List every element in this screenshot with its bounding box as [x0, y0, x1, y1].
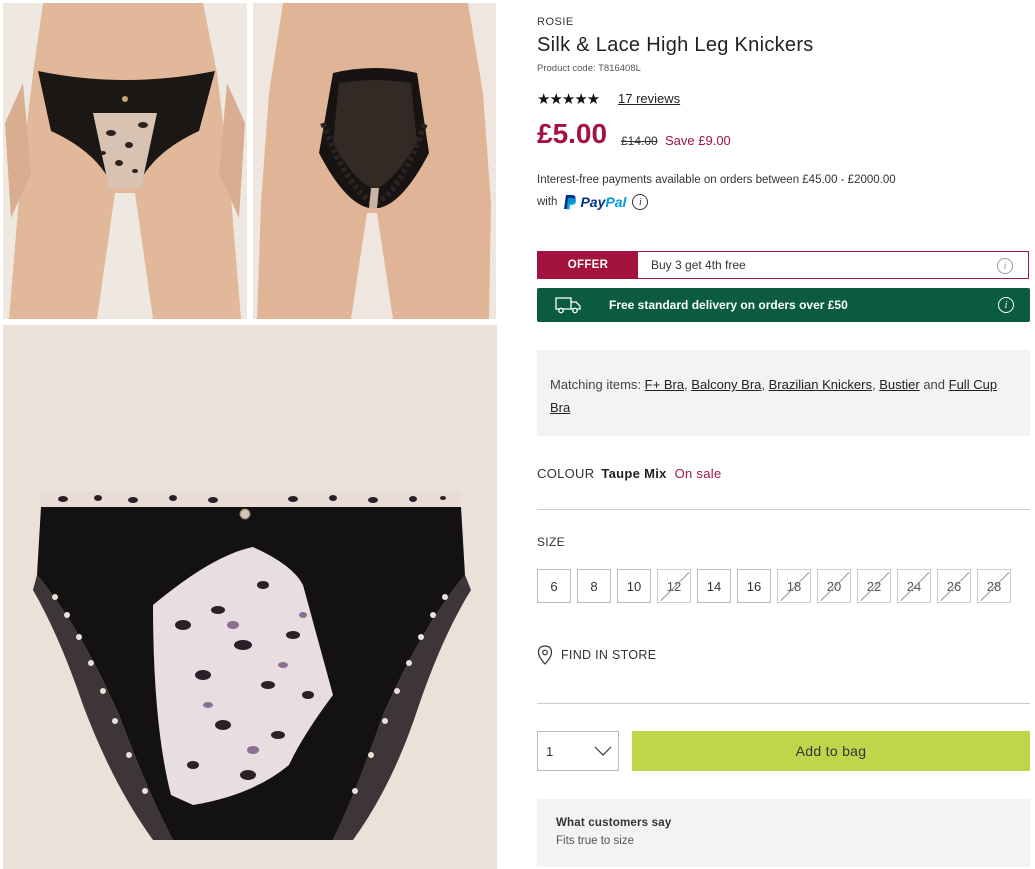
size-option-16[interactable]: 16: [737, 569, 771, 603]
paypal-info-icon[interactable]: i: [632, 194, 649, 210]
colour-sale-status: On sale: [674, 466, 722, 481]
reviews-link[interactable]: 17 reviews: [618, 91, 680, 106]
matching-link-balcony-bra[interactable]: Balcony Bra: [691, 377, 761, 392]
matching-items-box: Matching items: F+ Bra, Balcony Bra, Bra…: [537, 350, 1030, 436]
add-to-bag-button[interactable]: Add to bag: [632, 731, 1030, 771]
divider: [537, 703, 1030, 704]
delivery-info-icon[interactable]: i: [998, 297, 1014, 313]
paypal-word-pay: Pay: [580, 194, 606, 210]
size-option-26[interactable]: 26: [937, 569, 971, 603]
matching-link-bustier[interactable]: Bustier: [879, 377, 919, 392]
save-amount: Save £9.00: [665, 133, 731, 148]
size-option-14[interactable]: 14: [697, 569, 731, 603]
customer-feedback-box: What customers say Fits true to size: [537, 799, 1030, 867]
size-label: SIZE: [537, 535, 565, 549]
product-title: Silk & Lace High Leg Knickers: [537, 34, 814, 56]
paypal-icon: [564, 195, 577, 210]
size-option-18[interactable]: 18: [777, 569, 811, 603]
size-option-24[interactable]: 24: [897, 569, 931, 603]
size-option-12[interactable]: 12: [657, 569, 691, 603]
product-code: Product code: T816408L: [537, 63, 641, 74]
was-price: £14.00: [621, 134, 658, 148]
matching-link-f-plus-bra[interactable]: F+ Bra: [645, 377, 684, 392]
matching-label: Matching items:: [550, 377, 642, 392]
matching-link-brazilian-knickers[interactable]: Brazilian Knickers: [769, 377, 872, 392]
find-in-store-label: FIND IN STORE: [561, 648, 657, 662]
quantity-value: 1: [546, 743, 554, 759]
divider: [537, 509, 1030, 510]
offer-banner[interactable]: OFFER Buy 3 get 4th free i: [537, 251, 1029, 279]
size-option-20[interactable]: 20: [817, 569, 851, 603]
paypal-row: with PayPal i: [537, 194, 649, 210]
find-in-store-link[interactable]: FIND IN STORE: [537, 645, 656, 665]
delivery-banner[interactable]: Free standard delivery on orders over £5…: [537, 288, 1030, 322]
offer-text: Buy 3 get 4th free: [651, 258, 746, 272]
chevron-down-icon: [594, 746, 612, 756]
colour-row: COLOUR Taupe Mix On sale: [537, 466, 721, 481]
rating-stars: ★★★★★: [537, 91, 600, 108]
brand-label: ROSIE: [537, 16, 574, 28]
truck-icon: [555, 297, 581, 314]
offer-tag: OFFER: [538, 252, 638, 278]
customer-feedback-heading: What customers say: [556, 817, 672, 829]
product-flat-photo[interactable]: [3, 325, 497, 869]
model-front-photo[interactable]: [3, 3, 247, 319]
matching-and: and: [923, 377, 946, 392]
current-price: £5.00: [537, 118, 608, 149]
colour-value: Taupe Mix: [601, 466, 667, 481]
size-options: 6 8 10 12 14 16 18 20 22 24 26 28: [537, 569, 1011, 603]
size-option-8[interactable]: 8: [577, 569, 611, 603]
quantity-select[interactable]: 1: [537, 731, 619, 771]
customer-feedback-text: Fits true to size: [556, 835, 634, 847]
offer-info-icon[interactable]: i: [997, 258, 1013, 274]
size-option-6[interactable]: 6: [537, 569, 571, 603]
colour-label: COLOUR: [537, 466, 595, 481]
delivery-text: Free standard delivery on orders over £5…: [609, 298, 848, 312]
paypal-word-pal: Pal: [605, 194, 627, 210]
interest-free-text: Interest-free payments available on orde…: [537, 174, 896, 186]
size-option-10[interactable]: 10: [617, 569, 651, 603]
with-label: with: [537, 196, 558, 208]
size-option-22[interactable]: 22: [857, 569, 891, 603]
paypal-logo: PayPal: [563, 194, 626, 210]
size-option-28[interactable]: 28: [977, 569, 1011, 603]
location-pin-icon: [537, 645, 553, 665]
model-back-photo[interactable]: [253, 3, 496, 319]
